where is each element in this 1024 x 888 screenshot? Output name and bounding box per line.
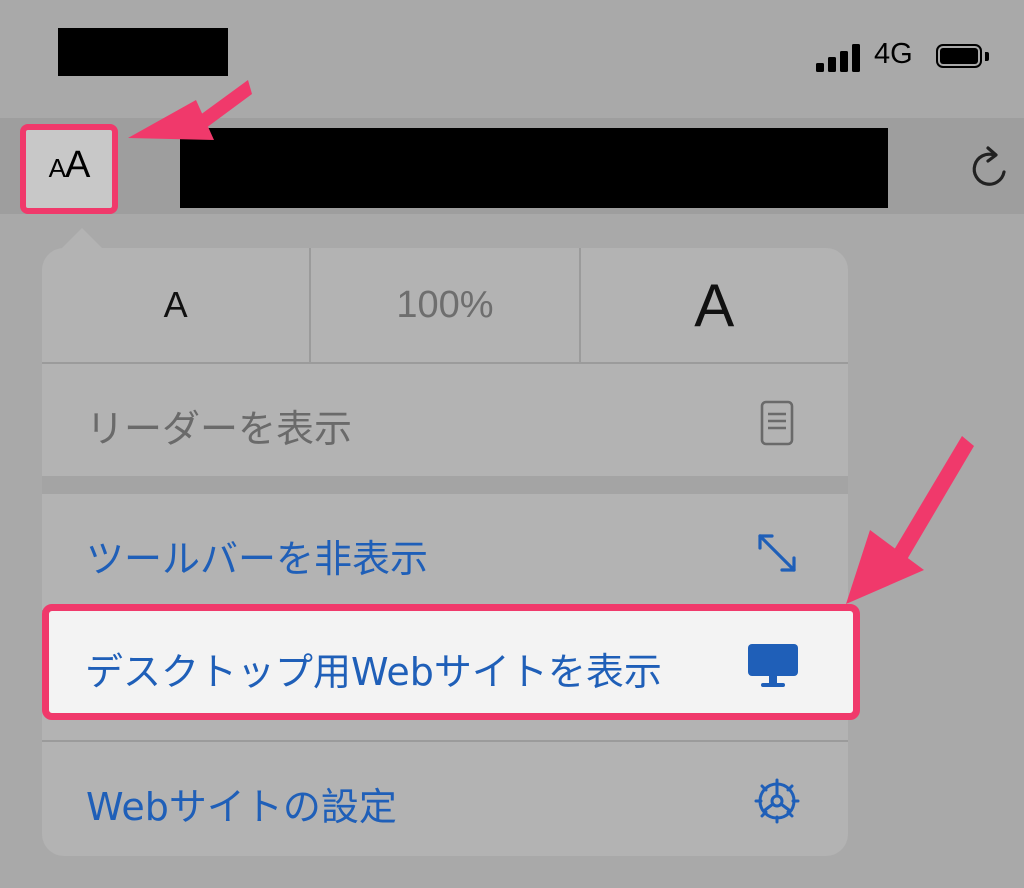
network-type: 4G [874, 38, 913, 70]
menu-item-label: デスクトップ用Webサイトを表示 [85, 650, 662, 694]
redacted-time [58, 28, 228, 76]
menu-item-request-desktop-site[interactable]: デスクトップ用Webサイトを表示 [42, 604, 860, 720]
reader-doc-icon [760, 400, 794, 446]
menu-item-hide-toolbar[interactable]: ツールバーを非表示 [42, 494, 848, 610]
menu-item-website-settings[interactable]: Webサイトの設定 [42, 742, 848, 856]
signal-icon [816, 44, 862, 72]
arrow-to-desktop-item [846, 436, 974, 604]
increase-font-button[interactable]: A [578, 248, 848, 362]
font-size-row: A 100% A [42, 248, 848, 364]
text-settings-popover: A 100% A リーダーを表示 ツールバーを非表示 Webサイトの設定 [42, 248, 848, 856]
url-field-redacted[interactable] [180, 128, 888, 208]
menu-item-label: リーダーを表示 [86, 407, 353, 451]
reload-icon[interactable] [964, 142, 1016, 194]
desktop-monitor-icon [748, 644, 798, 687]
menu-item-label: Webサイトの設定 [86, 785, 397, 829]
status-bar: 4G [0, 0, 1024, 110]
aa-text-settings-button[interactable]: AA [20, 124, 118, 214]
battery-icon [936, 44, 990, 72]
decrease-font-button[interactable]: A [42, 248, 309, 362]
zoom-level[interactable]: 100% [309, 248, 578, 362]
menu-item-show-reader[interactable]: リーダーを表示 [42, 364, 848, 480]
popover-pointer [60, 228, 104, 250]
aa-icon: AA [48, 144, 91, 186]
section-separator [42, 476, 848, 494]
menu-item-label: ツールバーを非表示 [86, 537, 429, 581]
gear-icon [754, 778, 800, 824]
expand-arrows-icon [758, 534, 796, 572]
